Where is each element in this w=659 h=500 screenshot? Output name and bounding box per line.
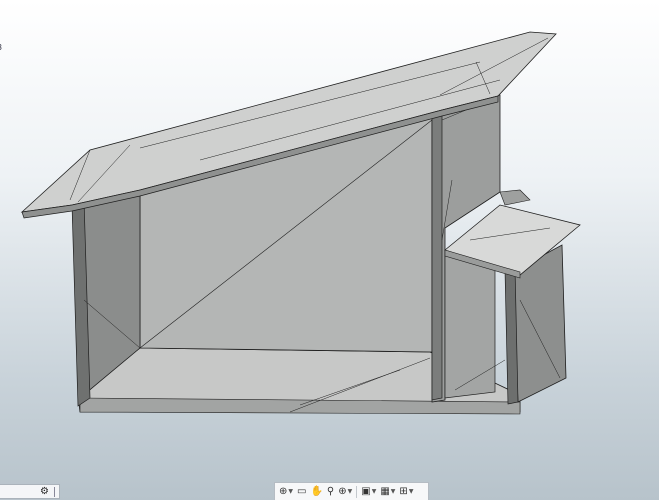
- look-at-button[interactable]: ▭: [296, 485, 307, 499]
- grid-settings-icon: ▦: [380, 486, 390, 497]
- browser-panel-tab[interactable]: ⚙: [0, 484, 60, 499]
- divider: [54, 486, 55, 497]
- viewports-icon: ⊞: [399, 486, 408, 497]
- pan-button[interactable]: ✋: [309, 485, 323, 499]
- grid-settings-button[interactable]: ▦ ▼: [379, 485, 396, 499]
- look-at-icon: ▭: [297, 486, 307, 497]
- viewcube-label[interactable]: 3: [0, 44, 2, 52]
- annex-flashing: [499, 189, 531, 206]
- toolbar-divider: [356, 485, 358, 498]
- annex-wall-left: [444, 254, 496, 399]
- pan-icon: ✋: [310, 486, 323, 497]
- viewports-button[interactable]: ⊞ ▼: [398, 485, 414, 499]
- orbit-icon: ⊕: [279, 486, 288, 497]
- shed-model[interactable]: [0, 0, 659, 500]
- zoom-window-icon: ⊕: [338, 486, 347, 497]
- display-settings-icon: ▣: [361, 486, 371, 497]
- navigation-toolbar: ⊕ ▼ ▭ ✋ ⚲ ⊕ ▼ ▣ ▼ ▦ ▼ ⊞ ▼: [274, 482, 429, 500]
- orbit-button[interactable]: ⊕ ▼: [278, 485, 294, 499]
- zoom-window-button[interactable]: ⊕ ▼: [337, 485, 353, 499]
- display-settings-button[interactable]: ▣ ▼: [360, 485, 377, 499]
- canvas-viewport[interactable]: 3 ): [0, 0, 659, 500]
- gear-icon[interactable]: ⚙: [40, 486, 49, 497]
- zoom-button[interactable]: ⚲: [326, 485, 335, 499]
- right-wall-edge: [431, 103, 443, 401]
- zoom-icon: ⚲: [326, 486, 335, 497]
